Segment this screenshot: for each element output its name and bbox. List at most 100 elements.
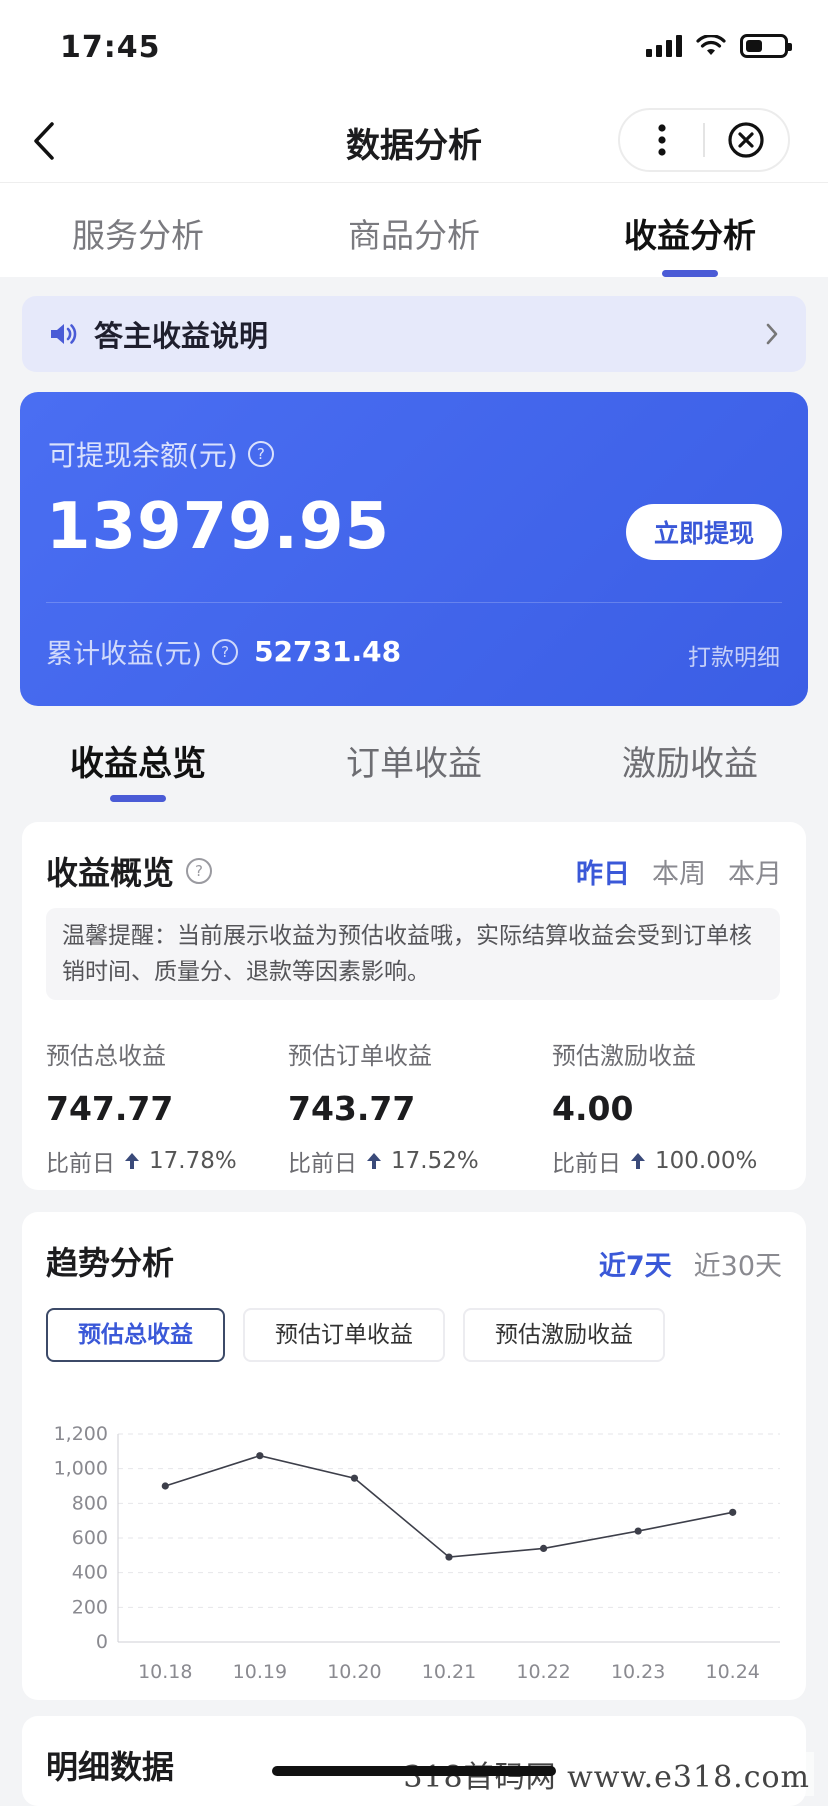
metrics-row: 预估总收益 747.77 比前日 17.78% 预估订单收益 743.77 比前… (46, 1036, 782, 1178)
detail-title: 明细数据 (46, 1748, 175, 1786)
period-this-week[interactable]: 本周 (652, 852, 706, 891)
revenue-overview-card: 收益概览 ? 昨日 本周 本月 温馨提醒：当前展示收益为预估收益哦，实际结算收益… (22, 822, 806, 1190)
y-tick-label: 200 (72, 1596, 108, 1618)
chip-incentive-revenue[interactable]: 预估激励收益 (463, 1308, 665, 1362)
balance-divider (46, 602, 782, 603)
balance-label-row: 可提现余额(元) ? (48, 434, 274, 474)
help-icon[interactable]: ? (212, 638, 239, 665)
period-yesterday[interactable]: 昨日 (576, 852, 630, 891)
reminder-tip: 温馨提醒：当前展示收益为预估收益哦，实际结算收益会受到订单核销时间、质量分、退款… (46, 908, 780, 1000)
overview-title: 收益概览 (46, 854, 175, 892)
withdraw-button[interactable]: 立即提现 (626, 504, 782, 560)
speaker-icon (51, 324, 77, 344)
y-tick-label: 1,200 (54, 1423, 108, 1445)
revenue-notice-bar[interactable]: 答主收益说明 (22, 296, 806, 372)
nav-bar: 数据分析 (0, 100, 828, 183)
cumulative-row: 累计收益(元) ? 52731.48 (46, 632, 401, 671)
tab-product-analysis[interactable]: 商品分析 (276, 183, 552, 277)
cellular-signal-icon (646, 35, 682, 57)
balance-label: 可提现余额(元) (48, 439, 238, 472)
metric-compare-label: 比前日 (288, 1151, 357, 1177)
more-button[interactable] (620, 110, 703, 170)
period-selector: 昨日 本周 本月 (576, 852, 782, 891)
data-point (161, 1482, 169, 1490)
battery-level (746, 40, 763, 52)
metric-compare-label: 比前日 (46, 1151, 115, 1177)
metric-change: 比前日 17.52% (288, 1144, 552, 1178)
cumulative-value: 52731.48 (254, 635, 402, 668)
tab-revenue-overview[interactable]: 收益总览 (0, 722, 276, 802)
revenue-tabs: 收益总览 订单收益 激励收益 (0, 722, 828, 802)
metric-value: 747.77 (46, 1089, 174, 1128)
metric-change-value: 100.00% (655, 1148, 758, 1174)
tab-revenue-analysis[interactable]: 收益分析 (552, 183, 828, 277)
tab-incentive-revenue[interactable]: 激励收益 (552, 722, 828, 802)
y-tick-label: 1,000 (54, 1458, 108, 1480)
metric-label: 预估总收益 (46, 1042, 166, 1070)
data-point (634, 1527, 642, 1535)
x-tick-label: 10.18 (138, 1661, 192, 1683)
trend-analysis-card: 趋势分析 近7天 近30天 预估总收益 预估订单收益 预估激励收益 0 200 40… (22, 1212, 806, 1700)
chip-order-revenue[interactable]: 预估订单收益 (243, 1308, 445, 1362)
status-icons (646, 34, 792, 58)
data-point (539, 1544, 548, 1552)
help-icon[interactable]: ? (186, 858, 213, 884)
payment-detail-link[interactable]: 打款明细 (688, 638, 780, 672)
help-icon[interactable]: ? (247, 441, 274, 467)
metric-label: 预估订单收益 (288, 1042, 432, 1070)
home-indicator[interactable] (272, 1766, 556, 1776)
arrow-up-icon (125, 1153, 139, 1169)
data-point (729, 1508, 737, 1516)
tab-service-analysis[interactable]: 服务分析 (0, 183, 276, 277)
metric-total: 预估总收益 747.77 比前日 17.78% (46, 1036, 288, 1178)
arrow-up-icon (631, 1153, 645, 1169)
data-point (445, 1553, 453, 1561)
metric-change: 比前日 17.78% (46, 1144, 288, 1178)
metric-chips: 预估总收益 预估订单收益 预估激励收益 (46, 1308, 665, 1362)
trend-line-chart: 0 200 400 600 800 1,000 1,200 10.18 10.19 10.20 10… (54, 1423, 780, 1683)
mini-program-capsule (618, 108, 790, 172)
data-point (350, 1474, 359, 1482)
notice-text: 答主收益说明 (94, 319, 269, 353)
y-tick-label: 600 (72, 1527, 108, 1549)
battery-icon (740, 34, 792, 58)
y-tick-label: 400 (72, 1562, 108, 1584)
metric-change: 比前日 100.00% (552, 1144, 782, 1178)
x-tick-label: 10.20 (327, 1661, 381, 1683)
metric-value: 743.77 (288, 1089, 416, 1128)
period-this-month[interactable]: 本月 (728, 852, 782, 891)
metric-change-value: 17.78% (149, 1148, 237, 1174)
balance-amount: 13979.95 (46, 490, 391, 564)
metric-change-value: 17.52% (391, 1148, 479, 1174)
trend-title: 趋势分析 (46, 1244, 175, 1282)
x-tick-label: 10.24 (706, 1661, 760, 1683)
series-line (165, 1454, 733, 1558)
x-tick-label: 10.22 (516, 1661, 570, 1683)
metric-value: 4.00 (552, 1089, 634, 1128)
status-time: 17:45 (60, 30, 161, 65)
more-icon (657, 124, 666, 156)
metric-compare-label: 比前日 (552, 1151, 621, 1177)
analysis-tabs: 服务分析 商品分析 收益分析 (0, 183, 828, 277)
status-bar: 17:45 (0, 0, 828, 100)
close-button[interactable] (705, 110, 788, 170)
range-30-days[interactable]: 近30天 (694, 1244, 782, 1283)
chip-total-revenue[interactable]: 预估总收益 (46, 1308, 225, 1362)
x-tick-label: 10.23 (611, 1661, 665, 1683)
x-tick-label: 10.19 (233, 1661, 287, 1683)
range-selector: 近7天 近30天 (599, 1244, 782, 1283)
y-tick-label: 800 (72, 1492, 108, 1514)
metric-label: 预估激励收益 (552, 1042, 696, 1070)
close-icon (728, 122, 765, 158)
range-7-days[interactable]: 近7天 (599, 1244, 672, 1283)
data-point (256, 1452, 264, 1460)
wifi-icon (696, 35, 726, 55)
metric-order: 预估订单收益 743.77 比前日 17.52% (288, 1036, 552, 1178)
metric-incentive: 预估激励收益 4.00 比前日 100.00% (552, 1036, 782, 1178)
cumulative-label: 累计收益(元) (46, 639, 203, 670)
tab-order-revenue[interactable]: 订单收益 (276, 722, 552, 802)
arrow-up-icon (367, 1153, 381, 1169)
x-tick-label: 10.21 (422, 1661, 476, 1683)
y-tick-label: 0 (96, 1631, 108, 1653)
balance-card: 可提现余额(元) ? 13979.95 立即提现 累计收益(元) ? 52731… (20, 392, 808, 706)
